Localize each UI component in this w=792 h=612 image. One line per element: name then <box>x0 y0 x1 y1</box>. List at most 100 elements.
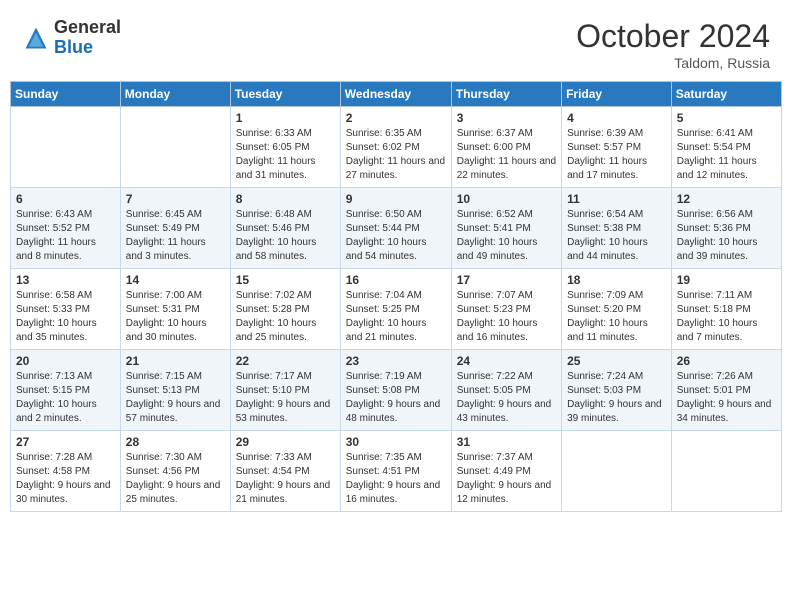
day-number: 2 <box>346 111 446 125</box>
day-info: Sunrise: 6:56 AMSunset: 5:36 PMDaylight:… <box>677 208 776 264</box>
calendar-week-row: 27Sunrise: 7:28 AMSunset: 4:58 PMDayligh… <box>11 431 782 512</box>
calendar-cell: 21 Sunrise: 7:15 AMSunset: 5:13 PMDayligh… <box>120 350 230 431</box>
calendar-cell: 10Sunrise: 6:52 AMSunset: 5:41 PMDayligh… <box>451 188 561 269</box>
title-block: October 2024 Taldom, Russia <box>576 18 770 71</box>
calendar-cell: 7 Sunrise: 6:45 AMSunset: 5:49 PMDaylight… <box>120 188 230 269</box>
day-info: Sunrise: 7:24 AMSunset: 5:03 PMDaylight:… <box>567 370 666 426</box>
day-info: Sunrise: 6:43 AMSunset: 5:52 PMDaylight:… <box>16 208 115 264</box>
calendar-cell <box>671 431 781 512</box>
day-number: 31 <box>457 435 556 449</box>
day-info: Sunrise: 7:35 AMSunset: 4:51 PMDaylight:… <box>346 451 446 507</box>
calendar-cell: 1 Sunrise: 6:33 AMSunset: 6:05 PMDaylight… <box>230 107 340 188</box>
day-info: Sunrise: 6:35 AMSunset: 6:02 PMDaylight:… <box>346 127 446 183</box>
day-number: 14 <box>126 273 225 287</box>
weekday-header: Tuesday <box>230 82 340 107</box>
calendar-cell: 5Sunrise: 6:41 AMSunset: 5:54 PMDaylight… <box>671 107 781 188</box>
day-info: Sunrise: 6:37 AMSunset: 6:00 PMDaylight:… <box>457 127 556 183</box>
day-info: Sunrise: 7:30 AMSunset: 4:56 PMDaylight:… <box>126 451 225 507</box>
day-number: 9 <box>346 192 446 206</box>
calendar-table: SundayMondayTuesdayWednesdayThursdayFrid… <box>10 81 782 512</box>
calendar-cell: 12 Sunrise: 6:56 AMSunset: 5:36 PMDayligh… <box>671 188 781 269</box>
calendar-cell: 26 Sunrise: 7:26 AMSunset: 5:01 PMDayligh… <box>671 350 781 431</box>
weekday-header: Monday <box>120 82 230 107</box>
location: Taldom, Russia <box>576 55 770 71</box>
day-number: 20 <box>16 354 115 368</box>
calendar-cell: 28 Sunrise: 7:30 AMSunset: 4:56 PMDayligh… <box>120 431 230 512</box>
calendar-cell: 9Sunrise: 6:50 AMSunset: 5:44 PMDaylight… <box>340 188 451 269</box>
day-info: Sunrise: 7:19 AMSunset: 5:08 PMDaylight:… <box>346 370 446 426</box>
day-number: 3 <box>457 111 556 125</box>
day-number: 19 <box>677 273 776 287</box>
calendar-week-row: 6 Sunrise: 6:43 AMSunset: 5:52 PMDaylight… <box>11 188 782 269</box>
day-info: Sunrise: 6:45 AMSunset: 5:49 PMDaylight:… <box>126 208 225 264</box>
day-info: Sunrise: 7:28 AMSunset: 4:58 PMDaylight:… <box>16 451 115 507</box>
day-info: Sunrise: 7:33 AMSunset: 4:54 PMDaylight:… <box>236 451 335 507</box>
weekday-header: Friday <box>562 82 672 107</box>
logo-blue: Blue <box>54 37 93 57</box>
logo-general: General <box>54 17 121 37</box>
calendar-cell: 20 Sunrise: 7:13 AMSunset: 5:15 PMDayligh… <box>11 350 121 431</box>
calendar-cell: 22 Sunrise: 7:17 AMSunset: 5:10 PMDayligh… <box>230 350 340 431</box>
day-info: Sunrise: 7:02 AMSunset: 5:28 PMDaylight:… <box>236 289 335 345</box>
day-info: Sunrise: 7:26 AMSunset: 5:01 PMDaylight:… <box>677 370 776 426</box>
calendar-cell <box>562 431 672 512</box>
calendar-cell: 14Sunrise: 7:00 AMSunset: 5:31 PMDayligh… <box>120 269 230 350</box>
month-title: October 2024 <box>576 18 770 55</box>
day-info: Sunrise: 6:39 AMSunset: 5:57 PMDaylight:… <box>567 127 666 183</box>
weekday-header: Thursday <box>451 82 561 107</box>
day-number: 12 <box>677 192 776 206</box>
day-number: 15 <box>236 273 335 287</box>
day-info: Sunrise: 7:17 AMSunset: 5:10 PMDaylight:… <box>236 370 335 426</box>
calendar-cell: 13 Sunrise: 6:58 AMSunset: 5:33 PMDayligh… <box>11 269 121 350</box>
day-number: 25 <box>567 354 666 368</box>
day-number: 26 <box>677 354 776 368</box>
calendar-cell: 11 Sunrise: 6:54 AMSunset: 5:38 PMDayligh… <box>562 188 672 269</box>
day-number: 29 <box>236 435 335 449</box>
day-number: 6 <box>16 192 115 206</box>
day-number: 16 <box>346 273 446 287</box>
day-info: Sunrise: 7:04 AMSunset: 5:25 PMDaylight:… <box>346 289 446 345</box>
calendar-cell: 8 Sunrise: 6:48 AMSunset: 5:46 PMDaylight… <box>230 188 340 269</box>
day-number: 4 <box>567 111 666 125</box>
day-number: 13 <box>16 273 115 287</box>
page-header: General Blue October 2024 Taldom, Russia <box>10 10 782 75</box>
calendar-cell <box>11 107 121 188</box>
day-info: Sunrise: 6:33 AMSunset: 6:05 PMDaylight:… <box>236 127 335 183</box>
day-number: 30 <box>346 435 446 449</box>
logo-icon <box>22 24 50 52</box>
calendar-cell: 18Sunrise: 7:09 AMSunset: 5:20 PMDayligh… <box>562 269 672 350</box>
calendar-cell: 4 Sunrise: 6:39 AMSunset: 5:57 PMDaylight… <box>562 107 672 188</box>
day-info: Sunrise: 7:13 AMSunset: 5:15 PMDaylight:… <box>16 370 115 426</box>
day-info: Sunrise: 6:52 AMSunset: 5:41 PMDaylight:… <box>457 208 556 264</box>
calendar-cell: 31Sunrise: 7:37 AMSunset: 4:49 PMDayligh… <box>451 431 561 512</box>
weekday-header-row: SundayMondayTuesdayWednesdayThursdayFrid… <box>11 82 782 107</box>
calendar-cell: 19 Sunrise: 7:11 AMSunset: 5:18 PMDayligh… <box>671 269 781 350</box>
weekday-header: Saturday <box>671 82 781 107</box>
calendar-cell: 17Sunrise: 7:07 AMSunset: 5:23 PMDayligh… <box>451 269 561 350</box>
logo: General Blue <box>22 18 121 58</box>
calendar-cell: 6 Sunrise: 6:43 AMSunset: 5:52 PMDaylight… <box>11 188 121 269</box>
calendar-cell: 2 Sunrise: 6:35 AMSunset: 6:02 PMDaylight… <box>340 107 451 188</box>
day-info: Sunrise: 6:48 AMSunset: 5:46 PMDaylight:… <box>236 208 335 264</box>
calendar-cell: 16 Sunrise: 7:04 AMSunset: 5:25 PMDayligh… <box>340 269 451 350</box>
calendar-week-row: 20 Sunrise: 7:13 AMSunset: 5:15 PMDayligh… <box>11 350 782 431</box>
calendar-week-row: 13 Sunrise: 6:58 AMSunset: 5:33 PMDayligh… <box>11 269 782 350</box>
day-info: Sunrise: 7:22 AMSunset: 5:05 PMDaylight:… <box>457 370 556 426</box>
calendar-cell: 15 Sunrise: 7:02 AMSunset: 5:28 PMDayligh… <box>230 269 340 350</box>
day-number: 7 <box>126 192 225 206</box>
logo-text: General Blue <box>54 18 121 58</box>
day-number: 21 <box>126 354 225 368</box>
calendar-cell: 24Sunrise: 7:22 AMSunset: 5:05 PMDayligh… <box>451 350 561 431</box>
day-number: 23 <box>346 354 446 368</box>
day-number: 8 <box>236 192 335 206</box>
day-info: Sunrise: 7:09 AMSunset: 5:20 PMDaylight:… <box>567 289 666 345</box>
day-number: 22 <box>236 354 335 368</box>
day-info: Sunrise: 7:15 AMSunset: 5:13 PMDaylight:… <box>126 370 225 426</box>
day-info: Sunrise: 7:11 AMSunset: 5:18 PMDaylight:… <box>677 289 776 345</box>
day-number: 28 <box>126 435 225 449</box>
day-number: 1 <box>236 111 335 125</box>
day-info: Sunrise: 6:58 AMSunset: 5:33 PMDaylight:… <box>16 289 115 345</box>
day-info: Sunrise: 6:54 AMSunset: 5:38 PMDaylight:… <box>567 208 666 264</box>
day-number: 11 <box>567 192 666 206</box>
calendar-cell: 3 Sunrise: 6:37 AMSunset: 6:00 PMDaylight… <box>451 107 561 188</box>
